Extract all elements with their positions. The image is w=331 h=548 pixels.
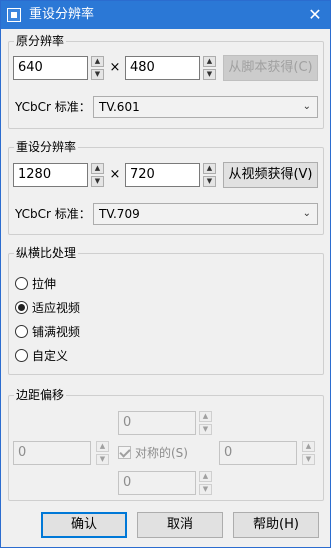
- times-symbol: ×: [109, 60, 121, 75]
- title-bar[interactable]: 重设分辨率 ✕: [1, 1, 330, 29]
- margin-top-spinner[interactable]: ▲ ▼: [199, 411, 212, 435]
- spin-down-icon[interactable]: ▼: [302, 454, 315, 465]
- radio-button[interactable]: [15, 325, 28, 338]
- aspect-ratio-label: 纵横比处理: [14, 245, 79, 261]
- original-ycbcr-label: YCbCr 标准：: [15, 100, 91, 114]
- margin-top-input[interactable]: 0: [118, 411, 196, 435]
- spin-down-icon[interactable]: ▼: [91, 176, 104, 187]
- help-button[interactable]: 帮助(H): [233, 512, 319, 538]
- spin-up-icon[interactable]: ▲: [203, 56, 216, 67]
- symmetric-label: 对称的(S): [135, 446, 188, 460]
- margin-bottom-input[interactable]: 0: [118, 471, 196, 495]
- margin-offset-label: 边距偏移: [14, 387, 67, 403]
- spin-down-icon[interactable]: ▼: [203, 176, 216, 187]
- spin-up-icon[interactable]: ▲: [203, 163, 216, 174]
- spin-up-icon[interactable]: ▲: [302, 441, 315, 452]
- radio-label: 铺满视频: [32, 325, 81, 339]
- from-script-button[interactable]: 从脚本获得(C): [223, 55, 318, 81]
- spin-down-icon[interactable]: ▼: [91, 69, 104, 80]
- spin-up-icon[interactable]: ▲: [96, 441, 109, 452]
- spin-up-icon[interactable]: ▲: [199, 471, 212, 482]
- cancel-button[interactable]: 取消: [137, 512, 223, 538]
- margin-left-spinner[interactable]: ▲ ▼: [96, 441, 109, 465]
- radio-button[interactable]: [15, 349, 28, 362]
- close-button[interactable]: ✕: [304, 4, 326, 26]
- spin-down-icon[interactable]: ▼: [203, 69, 216, 80]
- resize-dialog: 重设分辨率 ✕ 原分辨率 640 ▲ ▼ × 480 ▲ ▼ 从脚本获得(C) …: [0, 0, 331, 548]
- resize-height-input[interactable]: 720: [125, 163, 200, 187]
- chevron-down-icon: ⌄: [302, 101, 311, 112]
- radio-label: 拉伸: [32, 277, 57, 291]
- resize-ycbcr-select[interactable]: TV.709 ⌄: [93, 203, 318, 225]
- spin-down-icon[interactable]: ▼: [96, 454, 109, 465]
- window-title: 重设分辨率: [29, 7, 95, 22]
- margin-right-spinner[interactable]: ▲ ▼: [302, 441, 315, 465]
- margin-bottom-spinner[interactable]: ▲ ▼: [199, 471, 212, 495]
- original-height-input[interactable]: 480: [125, 56, 200, 80]
- spin-down-icon[interactable]: ▼: [199, 484, 212, 495]
- resize-width-spinner[interactable]: ▲ ▼: [91, 163, 104, 187]
- original-resolution-label: 原分辨率: [14, 33, 67, 49]
- radio-button[interactable]: [15, 277, 28, 290]
- from-video-button[interactable]: 从视频获得(V): [223, 162, 318, 188]
- resize-width-input[interactable]: 1280: [13, 163, 88, 187]
- checkbox-icon[interactable]: [118, 446, 131, 459]
- margin-right-input[interactable]: 0: [219, 441, 297, 465]
- spin-down-icon[interactable]: ▼: [199, 424, 212, 435]
- chevron-down-icon: ⌄: [302, 208, 311, 219]
- resize-resolution-label: 重设分辨率: [14, 139, 79, 155]
- spin-up-icon[interactable]: ▲: [91, 56, 104, 67]
- original-width-input[interactable]: 640: [13, 56, 88, 80]
- margin-left-input[interactable]: 0: [13, 441, 91, 465]
- app-icon: [7, 8, 21, 22]
- original-ycbcr-select[interactable]: TV.601 ⌄: [93, 96, 318, 118]
- spin-up-icon[interactable]: ▲: [199, 411, 212, 422]
- radio-label: 自定义: [32, 349, 69, 363]
- radio-label: 适应视频: [32, 301, 81, 315]
- original-height-spinner[interactable]: ▲ ▼: [203, 56, 216, 80]
- original-ycbcr-value: TV.601: [99, 100, 140, 114]
- times-symbol: ×: [109, 167, 121, 182]
- original-width-spinner[interactable]: ▲ ▼: [91, 56, 104, 80]
- symmetric-checkbox[interactable]: 对称的(S): [118, 445, 218, 461]
- resize-height-spinner[interactable]: ▲ ▼: [203, 163, 216, 187]
- resize-ycbcr-value: TV.709: [99, 207, 140, 221]
- ok-button[interactable]: 确认: [41, 512, 127, 538]
- radio-button[interactable]: [15, 301, 28, 314]
- spin-up-icon[interactable]: ▲: [91, 163, 104, 174]
- resize-ycbcr-label: YCbCr 标准：: [15, 207, 91, 221]
